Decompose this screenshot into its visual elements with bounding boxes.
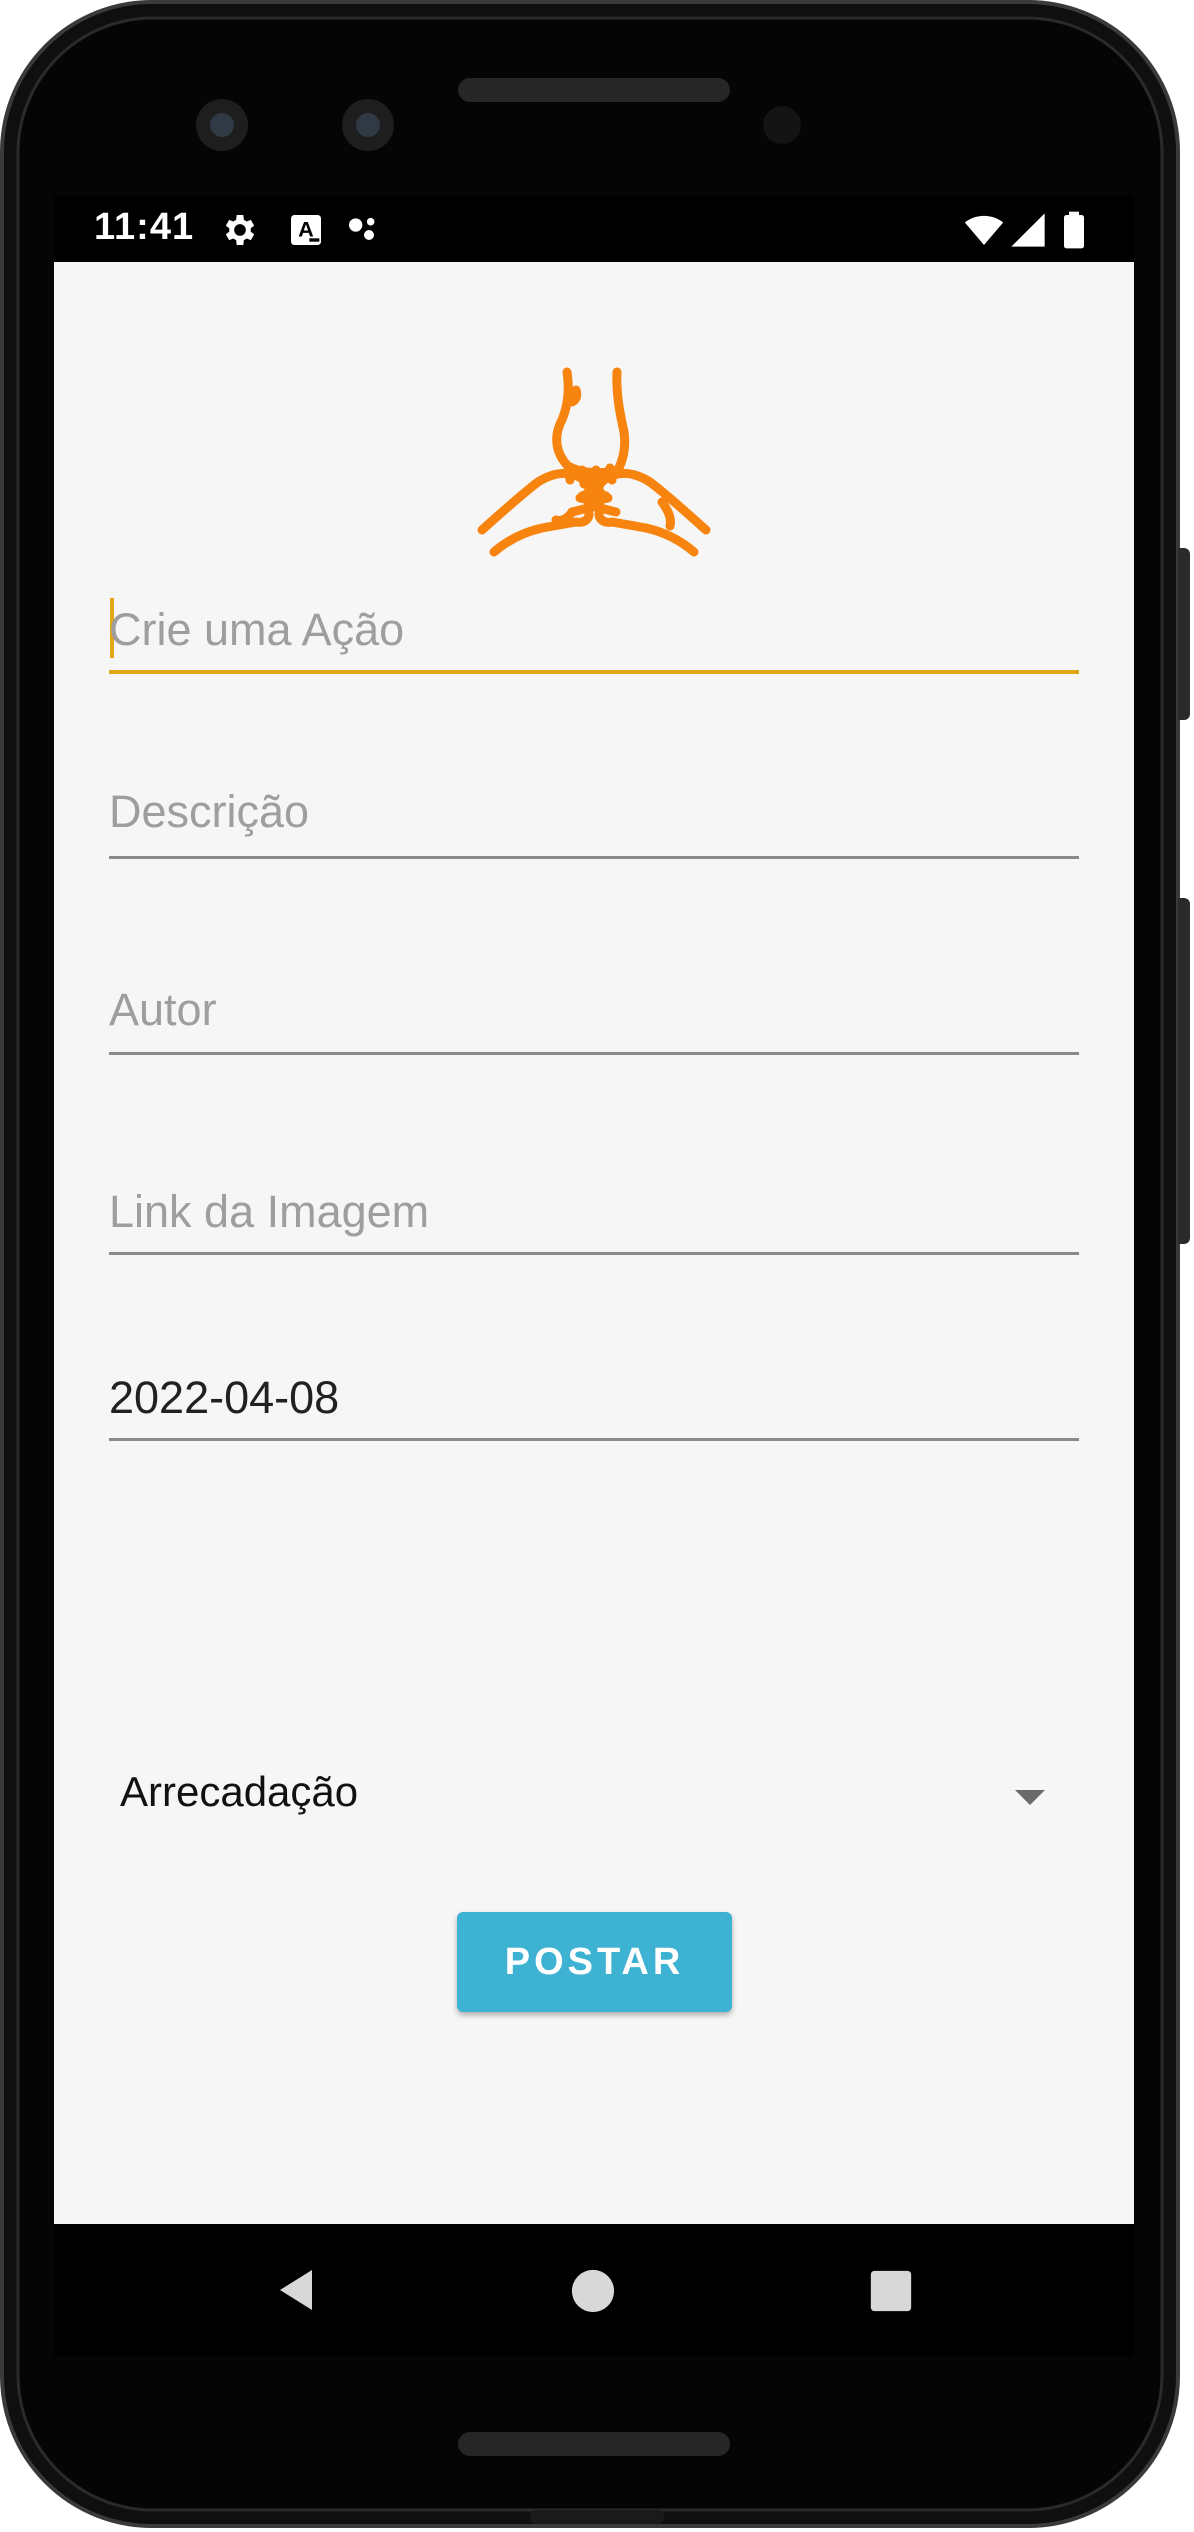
- category-dropdown[interactable]: Arrecadação: [109, 1758, 1079, 1838]
- gear-icon: [225, 215, 255, 245]
- description-placeholder: Descrição: [109, 786, 310, 837]
- image-link-underline: [109, 1252, 1079, 1255]
- author-field[interactable]: Autor: [109, 962, 1079, 1056]
- home-circle-icon[interactable]: [570, 2268, 616, 2314]
- navigation-bar: [54, 2224, 1134, 2356]
- assistant-dots-icon: [349, 217, 375, 240]
- create-action-screen: Crie uma Ação Descrição Autor Link da Im…: [54, 262, 1134, 2224]
- author-underline: [109, 1052, 1079, 1055]
- back-triangle-icon[interactable]: [272, 2266, 320, 2314]
- signal-icon: [1011, 213, 1045, 247]
- date-value: 2022-04-08: [109, 1372, 340, 1423]
- svg-text:A: A: [298, 217, 314, 242]
- description-field[interactable]: Descrição: [109, 762, 1079, 860]
- hands-logo-icon: [477, 367, 711, 557]
- date-field[interactable]: 2022-04-08: [109, 1352, 1079, 1442]
- volume-button[interactable]: [1178, 898, 1190, 1244]
- description-underline: [109, 856, 1079, 859]
- a-keyboard-icon: A: [291, 215, 321, 245]
- top-hand: [552, 367, 630, 489]
- left-hand: [477, 469, 606, 557]
- title-underline: [109, 670, 1079, 674]
- image-link-placeholder: Link da Imagem: [109, 1186, 430, 1237]
- phone-screen: 11:41 A Crie uma Ação Descrição Autor Li…: [54, 196, 1134, 2356]
- battery-icon: [1064, 211, 1084, 249]
- status-time: 11:41: [94, 206, 195, 248]
- status-bar: 11:41 A: [54, 196, 1134, 262]
- power-button[interactable]: [1178, 548, 1190, 720]
- recents-square-icon[interactable]: [869, 2269, 913, 2313]
- title-field[interactable]: Crie uma Ação: [109, 592, 1079, 674]
- category-selected: Arrecadação: [120, 1768, 359, 1815]
- image-link-field[interactable]: Link da Imagem: [109, 1162, 1079, 1256]
- wifi-icon: [964, 215, 1004, 245]
- post-button[interactable]: POSTAR: [457, 1912, 732, 2012]
- author-placeholder: Autor: [109, 984, 217, 1035]
- title-placeholder: Crie uma Ação: [109, 604, 405, 655]
- date-underline: [109, 1438, 1079, 1441]
- dropdown-arrow-icon: [1015, 1790, 1045, 1805]
- right-hand: [582, 469, 711, 557]
